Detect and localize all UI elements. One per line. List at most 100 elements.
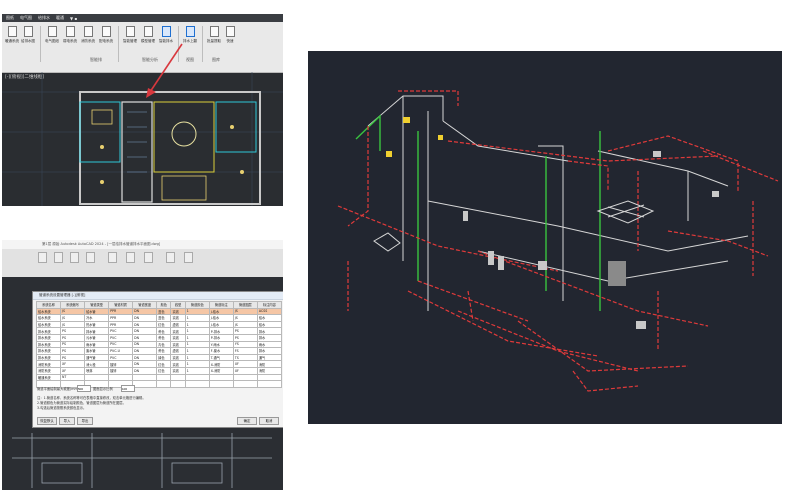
ribbon-button[interactable] [84, 252, 96, 272]
table-cell[interactable]: X-消防 [208, 366, 234, 375]
table-cell[interactable]: 红色 [156, 366, 172, 375]
ribbon-button-4[interactable]: 弱电系统 [63, 26, 77, 46]
table-row[interactable]: 排水系统 PS 排水管 PVC DN 黄色 实线 1 P-排水 PS 排水 [35, 327, 283, 335]
table-cell[interactable]: TS [232, 353, 258, 362]
table-cell[interactable]: PVC [108, 333, 134, 342]
table-row[interactable]: 排水系统 PS 废水管 PVC-U DN 黄色 虚线 1 F-废水 FS 排水 [35, 347, 283, 355]
table-cell[interactable]: PVC [108, 327, 134, 335]
table-cell[interactable]: 排水 [256, 347, 283, 355]
column-header[interactable]: 管道图层 [232, 301, 258, 309]
table-cell[interactable]: PPR [108, 320, 134, 329]
table-cell[interactable]: 冷水 [84, 314, 110, 322]
reset-default-button[interactable]: 恢复默认 [37, 417, 57, 425]
table-cell[interactable]: XF [60, 360, 86, 368]
table-cell[interactable] [132, 380, 158, 388]
table-cell[interactable]: F-废水 [208, 347, 234, 355]
table-cell[interactable]: XF [232, 360, 258, 368]
table-cell[interactable]: 1 [184, 333, 210, 342]
table-cell[interactable]: JS [232, 314, 258, 322]
table-cell[interactable]: DN [132, 320, 158, 329]
table-cell[interactable] [184, 380, 210, 388]
table-cell[interactable]: JS [232, 307, 258, 316]
table-cell[interactable] [108, 373, 134, 382]
table-cell[interactable]: 镀锌 [108, 366, 134, 375]
table-cell[interactable]: 排水 [256, 327, 283, 335]
table-cell[interactable]: DN [132, 314, 158, 322]
table-cell[interactable]: PS [232, 333, 258, 342]
table-cell[interactable]: 给水 [256, 314, 283, 322]
table-row[interactable]: 给水系统 JS 给水管 PPR DN 蓝色 实线 1 J-给水 JS ACSS [35, 307, 283, 316]
cancel-button[interactable]: 取消 [259, 417, 279, 425]
table-cell[interactable]: 实线 [170, 327, 186, 335]
ribbon-button-12[interactable]: 快速 [224, 26, 236, 46]
table-cell[interactable]: JS [60, 314, 86, 322]
column-header[interactable]: 线型 [170, 301, 186, 309]
ribbon-button[interactable] [142, 252, 154, 272]
table-cell[interactable]: 1 [184, 314, 210, 322]
table-cell[interactable]: 排水 [256, 333, 283, 342]
table-cell[interactable]: 1 [184, 360, 210, 368]
table-cell[interactable]: 实线 [170, 366, 186, 375]
column-header[interactable]: 管道材质 [108, 301, 134, 309]
table-cell[interactable]: 1 [184, 353, 210, 362]
max-slope-input[interactable] [77, 385, 91, 392]
table-cell[interactable]: 热水管 [84, 320, 110, 329]
table-cell[interactable]: 绿色 [156, 353, 172, 362]
ribbon-button-3[interactable]: 电气图纸 [45, 26, 59, 46]
table-cell[interactable]: DN [132, 347, 158, 355]
table-cell[interactable]: 实线 [170, 307, 186, 316]
ribbon-button-7[interactable]: 智能管理 [123, 26, 137, 46]
ribbon-button-1[interactable]: 暖通系统 [5, 26, 19, 46]
import-button[interactable]: 导入 [59, 417, 75, 425]
table-cell[interactable]: 镀锌 [108, 360, 134, 368]
table-cell[interactable]: DN [132, 333, 158, 342]
table-cell[interactable]: PVC [108, 340, 134, 349]
table-cell[interactable]: YS [232, 340, 258, 349]
table-cell[interactable]: 排水系统 [35, 327, 62, 335]
table-row[interactable]: 排水系统 PS 通气管 PVC DN 绿色 实线 1 T-通气 TS 通气 [35, 353, 283, 362]
menu-item[interactable]: ▼ ▪ [70, 16, 77, 21]
table-cell[interactable] [170, 373, 186, 382]
column-header[interactable]: 管道宽度 [132, 301, 158, 309]
table-row[interactable]: 暖通系统 NT [35, 373, 283, 382]
table-row[interactable]: 消防系统 XF 消火栓 镀锌 DN 红色 实线 1 X-消防 XF 消防 [35, 360, 283, 368]
table-cell[interactable]: 排水系统 [35, 340, 62, 349]
table-cell[interactable] [156, 380, 172, 388]
table-cell[interactable]: DN [132, 340, 158, 349]
table-cell[interactable]: 通气 [256, 353, 283, 362]
table-cell[interactable]: JS [60, 320, 86, 329]
ribbon-button[interactable] [124, 252, 136, 272]
table-cell[interactable]: ACSS [256, 307, 283, 316]
table-cell[interactable]: PS [60, 353, 86, 362]
table-row[interactable]: 给水系统 JS 热水管 PPR DN 红色 虚线 1 J-给水 JS 给水 [35, 320, 283, 329]
drawing-area[interactable] [2, 428, 283, 490]
table-cell[interactable]: 1 [184, 366, 210, 375]
table-cell[interactable]: 消防系统 [35, 360, 62, 368]
table-cell[interactable]: 给水管 [84, 307, 110, 316]
table-cell[interactable] [184, 373, 210, 382]
ribbon-button[interactable] [68, 252, 80, 272]
menu-item[interactable]: 电气图 [20, 15, 32, 21]
table-cell[interactable]: 排水系统 [35, 353, 62, 362]
menu-item[interactable]: 暖通 [56, 15, 64, 21]
ribbon-button-5[interactable]: 消防系统 [81, 26, 95, 46]
table-cell[interactable]: T-通气 [208, 353, 234, 362]
table-cell[interactable]: 暖通系统 [35, 373, 62, 382]
table-cell[interactable]: P-排水 [208, 333, 234, 342]
table-cell[interactable]: 红色 [156, 320, 172, 329]
table-cell[interactable]: 排水管 [84, 327, 110, 335]
table-cell[interactable] [232, 373, 258, 382]
table-cell[interactable]: 1 [184, 307, 210, 316]
table-cell[interactable]: 实线 [170, 314, 186, 322]
table-cell[interactable] [208, 380, 234, 388]
table-cell[interactable] [256, 373, 283, 382]
table-cell[interactable]: J-给水 [208, 320, 234, 329]
ribbon-button-2[interactable]: 给排水图 [21, 26, 35, 46]
table-cell[interactable]: 实线 [170, 340, 186, 349]
table-cell[interactable]: 蓝色 [156, 314, 172, 322]
table-row[interactable]: 消防系统 XF 喷淋 镀锌 DN 红色 实线 1 X-消防 XF 消防 [35, 366, 283, 375]
table-cell[interactable]: PS [232, 327, 258, 335]
table-cell[interactable]: PVC-U [108, 347, 134, 355]
table-cell[interactable] [170, 380, 186, 388]
table-cell[interactable]: 黄色 [156, 347, 172, 355]
